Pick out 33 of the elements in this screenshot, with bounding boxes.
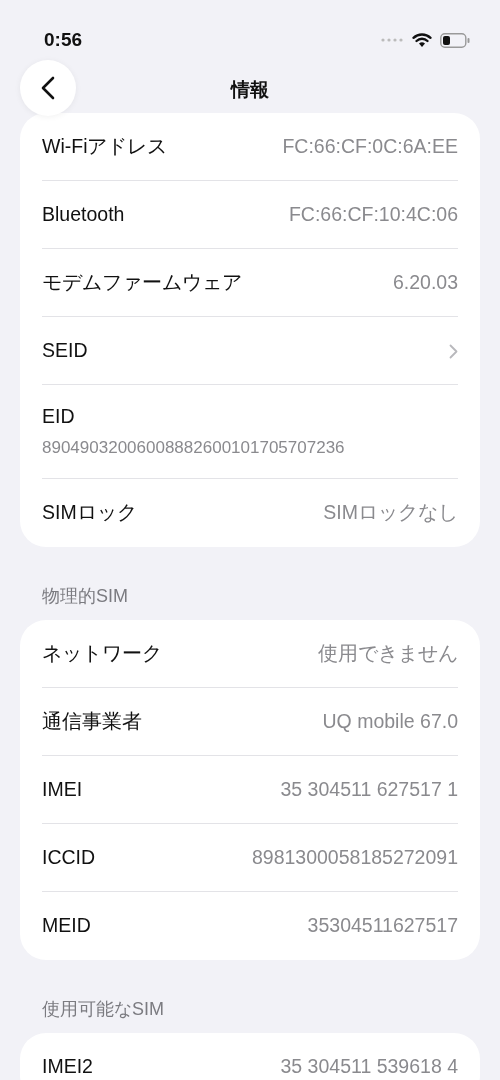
cellular-signal-icon: [380, 37, 404, 43]
row-label: SEID: [42, 337, 88, 363]
status-time: 0:56: [44, 27, 83, 52]
row-value: 35304511627517: [307, 913, 458, 939]
settings-row[interactable]: SEID: [42, 317, 458, 385]
row-label: SIMロック: [42, 500, 137, 526]
page-title: 情報: [231, 79, 269, 100]
back-icon: [41, 76, 55, 100]
row-value: 35 304511 539618 4: [280, 1054, 458, 1080]
row-value: FC:66:CF:0C:6A:EE: [282, 133, 458, 159]
row-label: ネットワーク: [42, 640, 162, 666]
row-value: 8981300058185272091: [251, 844, 458, 870]
row-value: UQ mobile 67.0: [322, 708, 458, 734]
row-label: MEID: [42, 913, 91, 939]
row-label: EID: [42, 404, 75, 430]
row-value: SIMロックなし: [323, 500, 458, 526]
row-label: Bluetooth: [42, 201, 125, 227]
row-value: 使用できません: [318, 640, 458, 666]
chevron-icon: [449, 344, 458, 360]
row-label: Wi-Fiアドレス: [42, 133, 168, 159]
row-value: 89049032006008882600101705707236: [42, 437, 345, 460]
row-label: ICCID: [42, 844, 96, 870]
row-value: 35 304511 627517 1: [280, 776, 458, 802]
section-header: 物理的SIM: [41, 585, 129, 608]
row-value: 6.20.03: [392, 269, 458, 295]
section-header: 使用可能なSIM: [41, 998, 165, 1021]
row-value: FC:66:CF:10:4C:06: [288, 201, 458, 227]
row-label: IMEI: [42, 776, 83, 802]
row-label: IMEI2: [42, 1054, 93, 1080]
battery-icon: [440, 32, 470, 48]
row-label: モデムファームウェア: [42, 269, 242, 295]
row-label: 通信事業者: [42, 708, 142, 734]
wifi-icon: [412, 32, 432, 48]
